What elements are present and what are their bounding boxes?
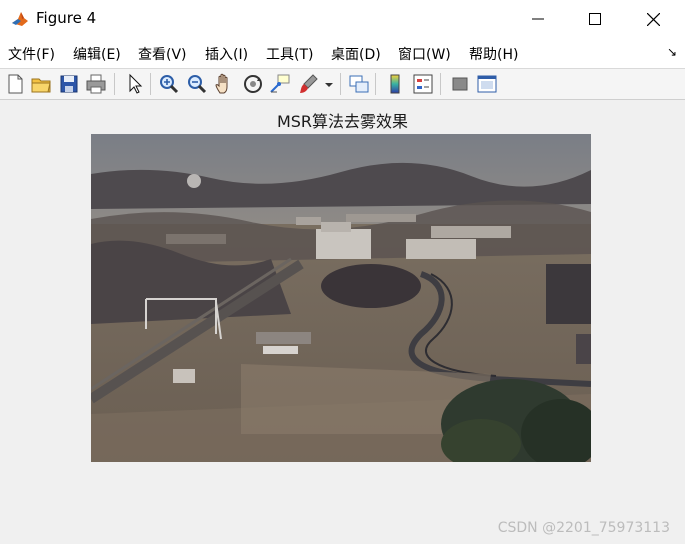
insert-legend-icon[interactable] [411, 72, 435, 96]
menu-file[interactable]: 文件(F) [8, 44, 55, 64]
watermark: CSDN @2201_75973113 [497, 520, 670, 536]
data-cursor-icon[interactable] [268, 72, 292, 96]
zoom-out-icon[interactable] [185, 72, 209, 96]
toolbar-separator [340, 73, 341, 95]
show-plot-tools-icon[interactable] [475, 72, 499, 96]
print-icon[interactable] [84, 72, 108, 96]
brush-dropdown-icon[interactable] [322, 72, 336, 96]
figure-title: MSR算法去雾效果 [276, 112, 409, 131]
toolbar-separator [114, 73, 115, 95]
open-file-icon[interactable] [29, 72, 53, 96]
zoom-in-icon[interactable] [157, 72, 181, 96]
title-bar: Figure 4 [0, 0, 685, 38]
menu-help[interactable]: 帮助(H) [469, 44, 518, 64]
menu-edit[interactable]: 编辑(E) [73, 44, 121, 64]
link-plot-icon[interactable] [347, 72, 371, 96]
hide-plot-tools-icon[interactable] [448, 72, 472, 96]
maximize-icon [589, 13, 601, 25]
save-icon[interactable] [57, 72, 81, 96]
close-icon [646, 12, 660, 26]
menu-insert[interactable]: 插入(I) [205, 44, 248, 64]
minimize-button[interactable] [515, 0, 561, 38]
minimize-icon [532, 18, 544, 20]
brush-icon[interactable] [296, 72, 320, 96]
toolbar-separator [375, 73, 376, 95]
toolbar-separator [440, 73, 441, 95]
menu-bar: 文件(F) 编辑(E) 查看(V) 插入(I) 工具(T) 桌面(D) 窗口(W… [0, 38, 685, 69]
pan-hand-icon[interactable] [213, 72, 237, 96]
dehazed-image [91, 134, 591, 462]
rotate-3d-icon[interactable] [241, 72, 265, 96]
menu-view[interactable]: 查看(V) [138, 44, 187, 64]
menu-desktop[interactable]: 桌面(D) [331, 44, 381, 64]
new-figure-icon[interactable] [3, 72, 27, 96]
select-arrow-icon[interactable] [122, 72, 146, 96]
dock-arrow-icon[interactable]: ↘ [667, 45, 677, 59]
toolbar-separator [150, 73, 151, 95]
insert-colorbar-icon[interactable] [383, 72, 407, 96]
maximize-button[interactable] [572, 0, 618, 38]
window-title: Figure 4 [36, 9, 97, 27]
toolbar [0, 69, 685, 100]
matlab-logo-icon [10, 9, 30, 29]
close-button[interactable] [630, 0, 676, 38]
menu-window[interactable]: 窗口(W) [398, 44, 451, 64]
menu-tools[interactable]: 工具(T) [266, 44, 313, 64]
